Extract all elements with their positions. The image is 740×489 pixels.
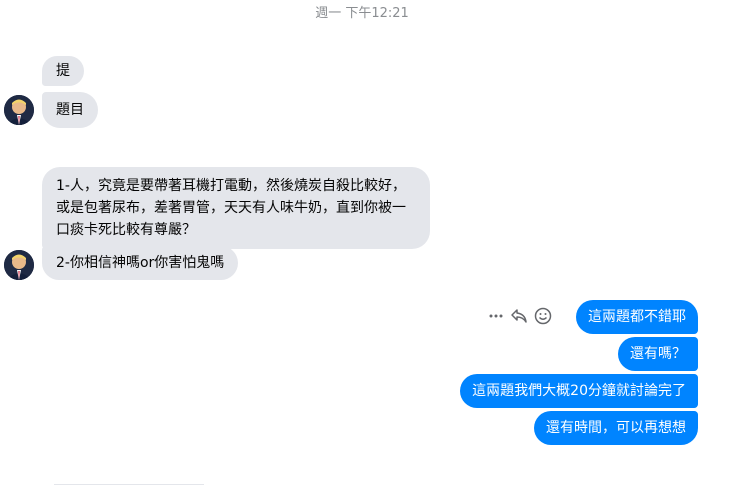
incoming-message[interactable]: 2-你相信神嗎or你害怕鬼嗎 (42, 246, 239, 280)
message-text: 這兩題都不錯耶 (588, 309, 686, 325)
message-text: 還有時間，可以再想想 (546, 420, 686, 436)
incoming-message[interactable]: 1-人，究竟是要帶著耳機打電動，然後燒炭自殺比較好，或是包著尿布，差著胃管，天天… (42, 167, 430, 249)
message-text: 1-人，究竟是要帶著耳機打電動，然後燒炭自殺比較好，或是包著尿布，差著胃管，天天… (56, 178, 406, 238)
avatar-image-icon (4, 95, 34, 125)
more-options-icon[interactable] (488, 308, 504, 324)
conversation-timestamp: 週一 下午12:21 (315, 6, 409, 21)
incoming-message[interactable]: 題目 (42, 92, 98, 128)
outgoing-message[interactable]: 這兩題都不錯耶 (576, 300, 698, 334)
contact-avatar[interactable] (4, 250, 34, 280)
message-text: 這兩題我們大概20分鐘就討論完了 (472, 383, 686, 399)
incoming-message[interactable]: 提 (42, 56, 84, 86)
next-message-edge (54, 484, 204, 489)
message-text: 2-你相信神嗎or你害怕鬼嗎 (56, 255, 225, 271)
contact-avatar[interactable] (4, 95, 34, 125)
outgoing-message[interactable]: 還有嗎？ (618, 337, 698, 371)
message-actions (488, 306, 552, 326)
outgoing-message[interactable]: 還有時間，可以再想想 (534, 411, 698, 445)
message-text: 提 (56, 63, 70, 79)
reply-icon[interactable] (510, 307, 528, 325)
avatar-image-icon (4, 250, 34, 280)
outgoing-message[interactable]: 這兩題我們大概20分鐘就討論完了 (460, 374, 698, 408)
react-emoji-icon[interactable] (534, 307, 552, 325)
message-text: 題目 (56, 102, 84, 118)
message-text: 還有嗎？ (630, 346, 686, 362)
